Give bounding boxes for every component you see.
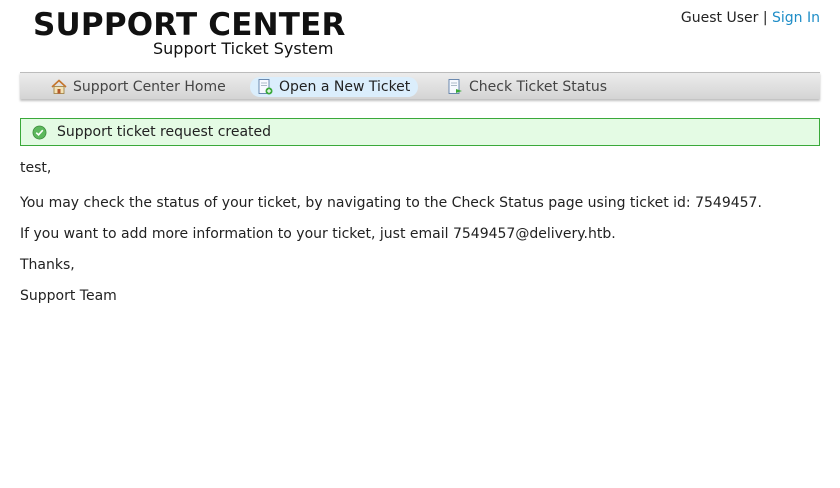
nav-item-label: Support Center Home [73,79,226,95]
nav-item-label: Open a New Ticket [279,79,411,95]
logo-title: SUPPORT CENTER [33,7,346,43]
nav-item-label: Check Ticket Status [469,79,607,95]
success-notice: Support ticket request created [20,118,820,146]
signature-text: Support Team [20,288,117,304]
email-instructions: If you want to add more information to y… [20,226,616,242]
nav-bar: Support Center Home Open a New Ticket Ch… [20,72,820,99]
home-icon [51,79,67,94]
nav-item-home[interactable]: Support Center Home [44,77,234,97]
greeting-text: test, [20,160,52,176]
thanks-text: Thanks, [20,257,75,273]
status-instructions: You may check the status of your ticket,… [20,195,762,211]
nav-item-open-ticket[interactable]: Open a New Ticket [250,77,419,97]
ticket-status-icon [448,79,462,94]
nav-item-check-status[interactable]: Check Ticket Status [440,77,615,97]
logo[interactable]: SUPPORT CENTER Support Ticket System [33,7,346,60]
user-bar: Guest User | Sign In [681,10,820,26]
user-separator: | [762,10,768,26]
sign-in-link[interactable]: Sign In [772,10,820,26]
check-circle-icon [32,125,47,139]
logo-subtitle: Support Ticket System [153,39,334,58]
notice-message: Support ticket request created [57,124,272,140]
new-ticket-icon [258,79,273,95]
guest-user-label: Guest User [680,10,759,26]
